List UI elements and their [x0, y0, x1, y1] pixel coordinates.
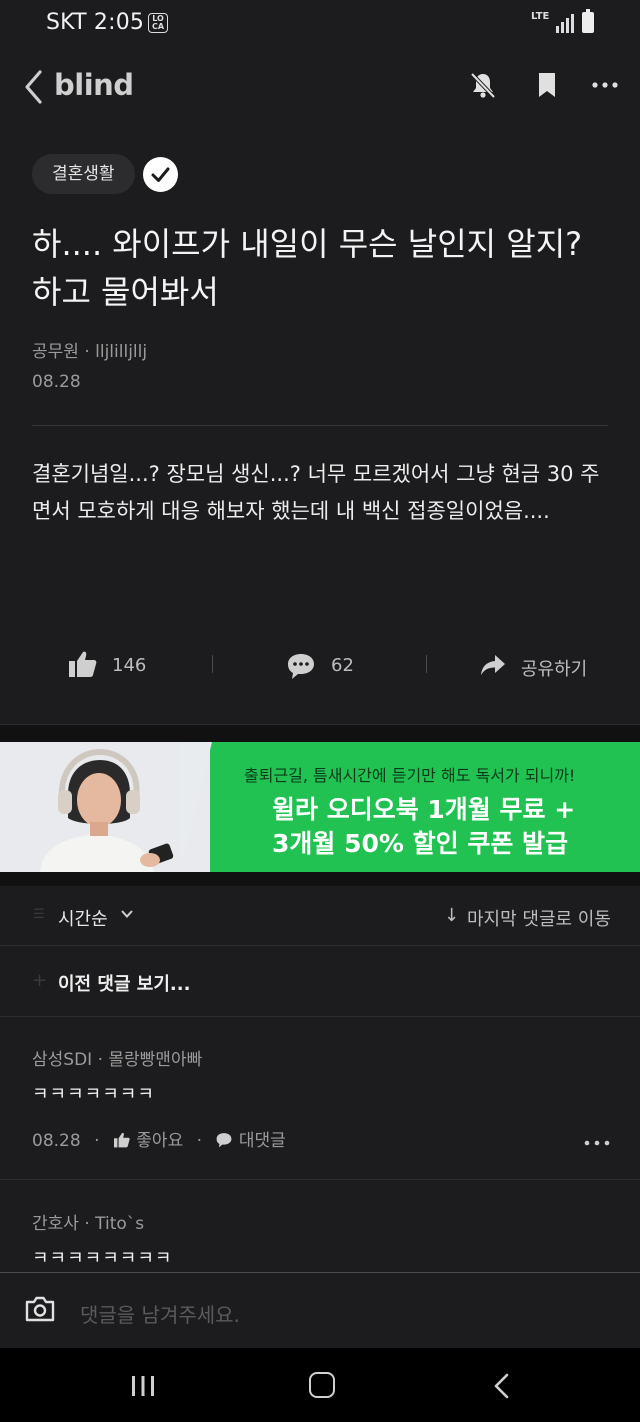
comment-like-button[interactable]: 좋아요 — [136, 1131, 183, 1151]
battery-icon — [582, 9, 594, 33]
comment-icon[interactable] — [286, 652, 316, 680]
ad-headline: 윌라 오디오북 1개월 무료 + — [272, 795, 576, 824]
comment-date: 08.28 — [32, 1131, 81, 1151]
nav-back-icon[interactable] — [492, 1372, 512, 1400]
loca-badge-icon: LO CA — [148, 13, 168, 33]
previous-comments-button[interactable]: 이전 댓글 보기... — [58, 970, 190, 996]
ad-subheadline: 3개월 50% 할인 쿠폰 발급 — [272, 829, 569, 858]
separator-dot: · — [196, 1131, 203, 1151]
separator-dot: · — [94, 1131, 100, 1151]
divider — [0, 1179, 640, 1180]
section-separator — [0, 872, 640, 886]
ad-divider-shape — [180, 742, 212, 872]
like-count[interactable]: 146 — [112, 655, 146, 676]
comment-text: ㅋㅋㅋㅋㅋㅋㅋ — [32, 1084, 155, 1105]
more-icon[interactable] — [591, 80, 619, 90]
post-body: 결혼기념일...? 장모님 생신...? 너무 모르겠어서 그냥 현금 30 주… — [32, 462, 600, 523]
divider — [212, 655, 213, 673]
ad-banner[interactable]: 출퇴근길, 틈새시간에 듣기만 해도 독서가 되니까! 윌라 오디오북 1개월 … — [0, 742, 640, 872]
sort-icon: ☰ — [33, 907, 45, 922]
person-with-headphones-image — [0, 742, 210, 872]
comment-author[interactable]: 간호사 · Tito`s — [32, 1209, 144, 1234]
blind-logo[interactable]: blind — [54, 68, 134, 102]
comment-reply-button[interactable]: 대댓글 — [239, 1131, 286, 1151]
lte-label: LTE — [531, 11, 550, 22]
bell-off-icon[interactable] — [468, 70, 498, 100]
thumbs-up-icon[interactable] — [68, 650, 98, 678]
bookmark-icon[interactable] — [537, 71, 557, 99]
jump-to-last-comment[interactable]: 마지막 댓글로 이동 — [467, 905, 611, 931]
share-button[interactable]: 공유하기 — [521, 655, 587, 681]
comment-meta: 08.28 · 좋아요 · 대댓글 — [32, 1126, 286, 1151]
more-icon[interactable] — [584, 1138, 610, 1148]
check-icon — [143, 157, 178, 192]
chevron-down-icon[interactable] — [120, 907, 134, 921]
back-icon[interactable] — [22, 68, 52, 106]
ad-tagline: 출퇴근길, 틈새시간에 듣기만 해도 독서가 되니까! — [244, 766, 576, 785]
plus-icon: + — [32, 970, 48, 991]
post-date: 08.28 — [32, 372, 81, 392]
signal-icon — [556, 14, 574, 33]
post-author[interactable]: 공무원 · lljlilljllj — [32, 337, 147, 362]
divider — [32, 425, 608, 426]
share-icon[interactable] — [479, 652, 507, 678]
recent-apps-icon[interactable] — [130, 1374, 156, 1398]
divider — [426, 655, 427, 673]
comment-text: ㅋㅋㅋㅋㅋㅋㅋㅋ — [32, 1248, 173, 1269]
home-icon[interactable] — [309, 1372, 335, 1398]
camera-icon[interactable] — [24, 1295, 56, 1323]
category-chip[interactable]: 결혼생활 — [32, 154, 135, 194]
comment-author[interactable]: 삼성SDI · 몰랑빵맨아빠 — [32, 1045, 202, 1070]
comment-count[interactable]: 62 — [331, 655, 354, 676]
post-title: 하.... 와이프가 내일이 무슨 날인지 알지? 하고 물어봐서 — [32, 225, 583, 311]
comment-input[interactable]: 댓글을 남겨주세요. — [80, 1299, 240, 1328]
sort-dropdown[interactable]: 시간순 — [58, 905, 108, 931]
thumbs-up-icon[interactable] — [113, 1132, 131, 1148]
status-time: SKT 2:05 — [46, 10, 145, 35]
section-separator — [0, 724, 640, 742]
reply-icon[interactable] — [215, 1132, 233, 1148]
arrow-down-icon[interactable]: ↓ — [444, 905, 459, 926]
ad-photo — [0, 742, 210, 872]
